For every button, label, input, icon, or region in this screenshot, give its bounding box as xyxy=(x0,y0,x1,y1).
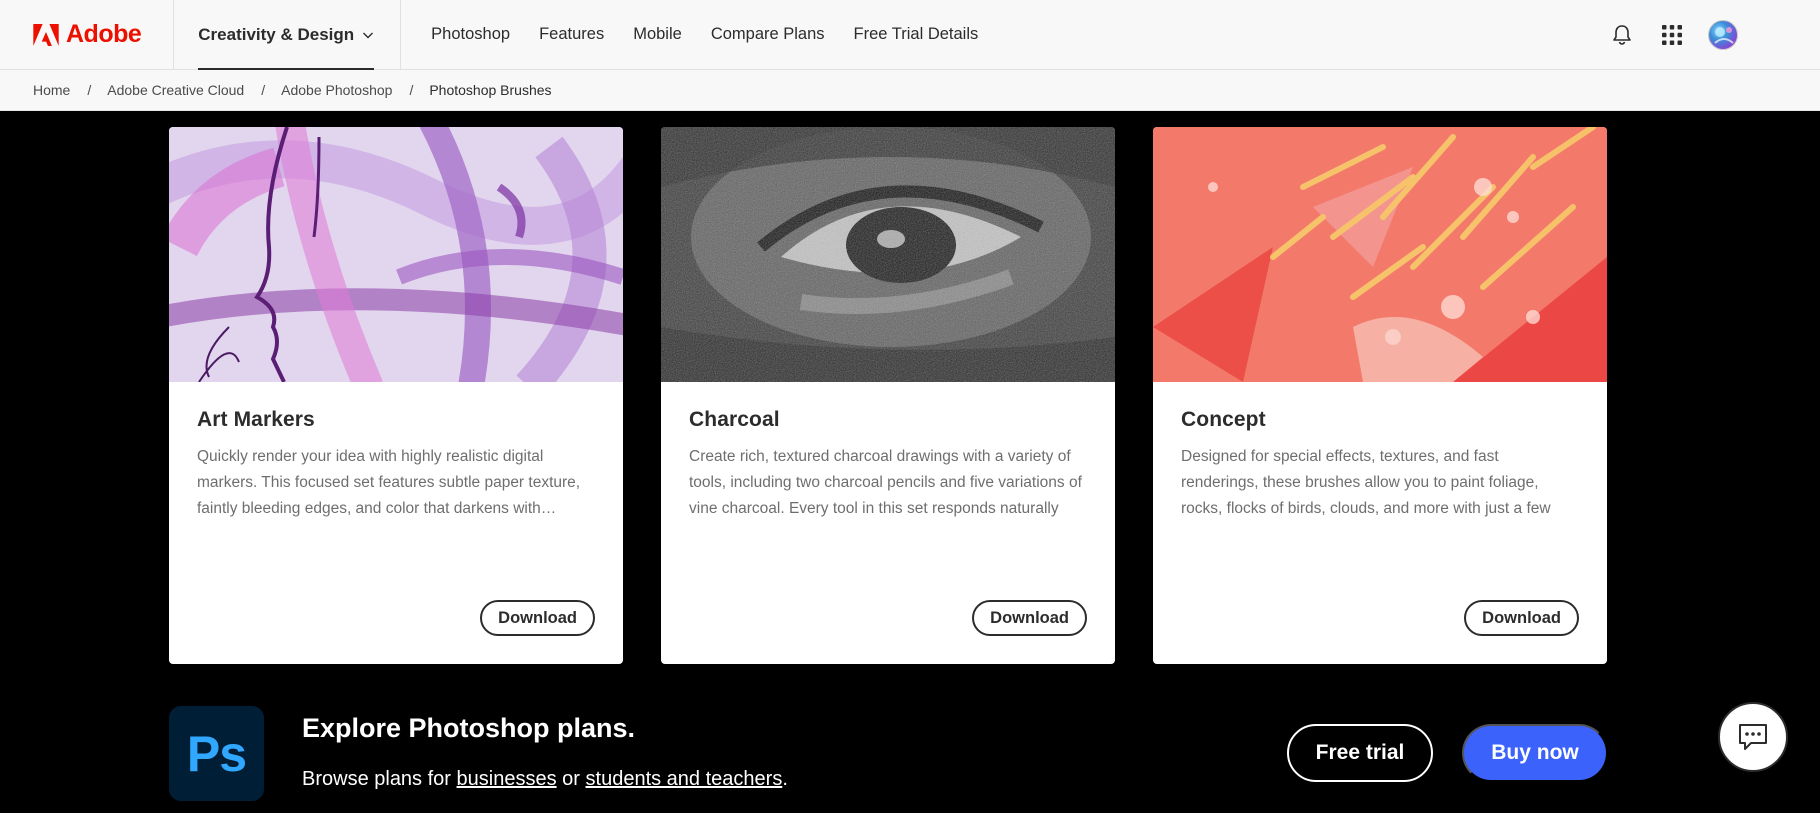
nav-link-mobile[interactable]: Mobile xyxy=(619,0,697,70)
nav-creativity-design[interactable]: Creativity & Design xyxy=(174,0,402,70)
brush-card-charcoal: Charcoal Create rich, textured charcoal … xyxy=(661,127,1115,664)
download-button[interactable]: Download xyxy=(1464,600,1579,636)
art-markers-image xyxy=(169,127,623,382)
promo-subtitle-period: . xyxy=(782,768,788,790)
brush-card-concept: Concept Designed for special effects, te… xyxy=(1153,127,1607,664)
chat-button[interactable] xyxy=(1718,702,1788,772)
app-switcher-button[interactable] xyxy=(1658,21,1686,49)
brush-card-art-markers: Art Markers Quickly render your idea wit… xyxy=(169,127,623,664)
card-description: Quickly render your idea with highly rea… xyxy=(197,448,581,517)
global-nav: Adobe Creativity & Design Photoshop Feat… xyxy=(0,0,1820,70)
breadcrumb-separator: / xyxy=(261,82,266,98)
nav-utilities xyxy=(1608,0,1738,70)
breadcrumb-adobe-creative-cloud[interactable]: Adobe Creative Cloud xyxy=(107,82,244,98)
adobe-logo-text: Adobe xyxy=(66,20,142,48)
nav-link-compare-plans[interactable]: Compare Plans xyxy=(696,0,839,70)
concept-illustration xyxy=(1153,127,1607,382)
charcoal-illustration xyxy=(661,127,1115,382)
photoshop-app-icon-text: Ps xyxy=(186,725,247,782)
nav-link-features[interactable]: Features xyxy=(525,0,619,70)
card-title: Art Markers xyxy=(197,408,315,431)
breadcrumb-separator: / xyxy=(87,82,92,98)
avatar-image xyxy=(1714,27,1734,44)
nav-links: Photoshop Features Mobile Compare Plans … xyxy=(401,0,993,70)
avatar[interactable] xyxy=(1708,20,1738,50)
bell-icon xyxy=(1613,25,1631,45)
chevron-down-icon xyxy=(363,32,374,38)
art-markers-illustration xyxy=(169,127,623,382)
breadcrumb-separator: / xyxy=(409,82,414,98)
promo-subtitle-prefix: Browse plans for xyxy=(302,768,451,790)
promo-subtitle: Browse plans for businesses or students … xyxy=(302,768,788,791)
nav-creativity-design-label: Creativity & Design xyxy=(198,24,355,44)
promo-subtitle-or: or xyxy=(562,768,580,790)
students-and-teachers-link[interactable]: students and teachers xyxy=(586,768,783,790)
adobe-logo-icon xyxy=(33,23,59,46)
card-title: Concept xyxy=(1181,408,1266,431)
concept-image xyxy=(1153,127,1607,382)
nav-link-photoshop[interactable]: Photoshop xyxy=(401,0,524,70)
notifications-button[interactable] xyxy=(1608,21,1636,49)
businesses-link[interactable]: businesses xyxy=(457,768,557,790)
download-button[interactable]: Download xyxy=(480,600,595,636)
nav-link-free-trial-details[interactable]: Free Trial Details xyxy=(839,0,993,70)
breadcrumb-home[interactable]: Home xyxy=(33,82,70,98)
promo-title: Explore Photoshop plans. xyxy=(302,713,636,743)
card-description: Create rich, textured charcoal drawings … xyxy=(689,448,1082,517)
card-description: Designed for special effects, textures, … xyxy=(1181,448,1551,517)
download-button[interactable]: Download xyxy=(972,600,1087,636)
charcoal-image xyxy=(661,127,1115,382)
adobe-logo[interactable]: Adobe xyxy=(0,0,175,70)
free-trial-button[interactable]: Free trial xyxy=(1287,724,1433,782)
breadcrumb-adobe-photoshop[interactable]: Adobe Photoshop xyxy=(281,82,392,98)
card-title: Charcoal xyxy=(689,408,780,431)
app-grid-icon xyxy=(1662,25,1682,45)
breadcrumb-current-page: Photoshop Brushes xyxy=(429,82,552,98)
breadcrumb: Home / Adobe Creative Cloud / Adobe Phot… xyxy=(0,70,1820,111)
buy-now-button[interactable]: Buy now xyxy=(1462,724,1608,782)
photoshop-app-icon: Ps xyxy=(169,706,264,801)
chat-icon xyxy=(1739,724,1767,750)
